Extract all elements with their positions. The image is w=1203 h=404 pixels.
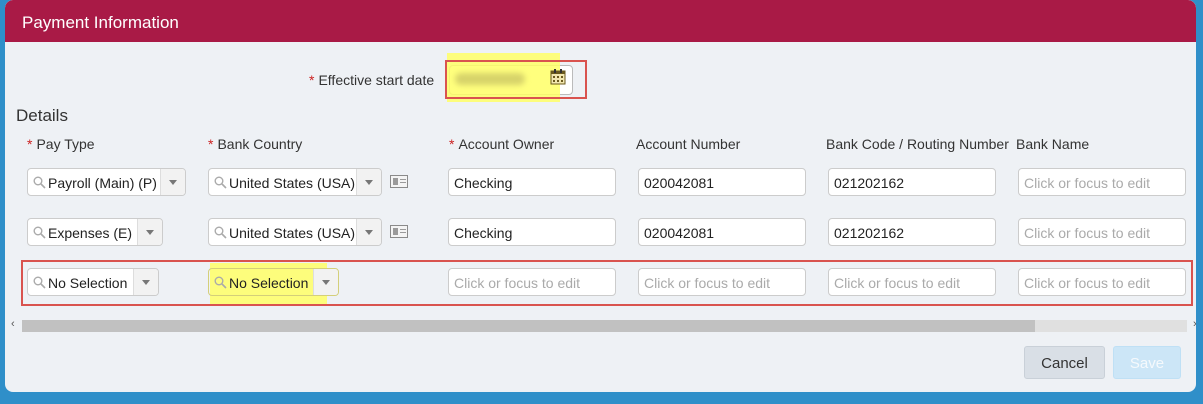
save-button[interactable]: Save — [1113, 346, 1181, 379]
scrollbar-thumb[interactable] — [22, 320, 1035, 332]
pay-type-select[interactable]: Payroll (Main) (P) — [27, 168, 186, 196]
horizontal-scrollbar[interactable] — [22, 320, 1187, 332]
bank-name-input[interactable]: Click or focus to edit — [1018, 168, 1186, 196]
bank-card-icon[interactable] — [390, 225, 408, 238]
search-icon — [33, 226, 46, 239]
chevron-down-icon[interactable] — [356, 169, 381, 195]
pay-type-select[interactable]: Expenses (E) — [27, 218, 163, 246]
col-account-owner: * Account Owner — [449, 136, 555, 152]
routing-number-input[interactable]: 021202162 — [828, 168, 996, 196]
dialog-title: Payment Information — [22, 13, 179, 32]
chevron-down-icon[interactable] — [137, 219, 162, 245]
date-annotation-box — [445, 60, 587, 99]
search-icon — [214, 226, 227, 239]
new-row-annotation-box — [21, 260, 1193, 306]
col-bank-country: * Bank Country — [208, 136, 303, 152]
scroll-left-icon[interactable]: ‹ — [11, 318, 15, 330]
account-number-input[interactable]: 020042081 — [638, 218, 806, 246]
col-account-number: Account Number — [636, 136, 741, 152]
col-pay-type: * Pay Type — [27, 136, 95, 152]
search-icon — [33, 176, 46, 189]
payment-dialog: Payment Information * Effective start dat… — [5, 0, 1196, 392]
details-heading: Details — [16, 106, 68, 125]
col-bank-name: Bank Name — [1016, 136, 1090, 152]
scroll-right-icon[interactable]: › — [1193, 318, 1196, 330]
chevron-down-icon[interactable] — [160, 169, 185, 195]
chevron-down-icon[interactable] — [356, 219, 381, 245]
bank-country-select[interactable]: United States (USA) — [208, 218, 382, 246]
effective-date-label: * Effective start date — [309, 72, 435, 88]
cancel-button[interactable]: Cancel — [1024, 346, 1105, 379]
col-routing-number: Bank Code / Routing Number — [826, 136, 1009, 152]
account-owner-input[interactable]: Checking — [448, 168, 616, 196]
dialog-header: Payment Information — [5, 0, 1196, 42]
bank-card-icon[interactable] — [390, 175, 408, 188]
account-number-input[interactable]: 020042081 — [638, 168, 806, 196]
account-owner-input[interactable]: Checking — [448, 218, 616, 246]
routing-number-input[interactable]: 021202162 — [828, 218, 996, 246]
bank-country-select[interactable]: United States (USA) — [208, 168, 382, 196]
search-icon — [214, 176, 227, 189]
bank-name-input[interactable]: Click or focus to edit — [1018, 218, 1186, 246]
